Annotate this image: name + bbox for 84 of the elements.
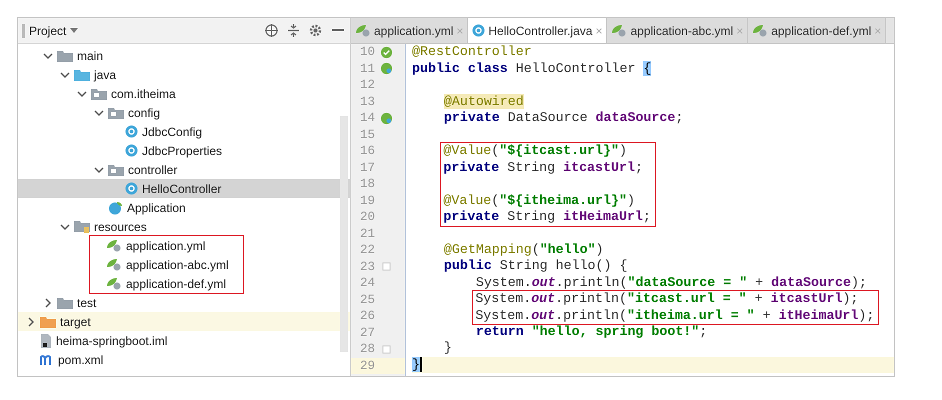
- line-number: 18: [358, 177, 375, 192]
- code-line: }: [442, 340, 453, 356]
- scrollbar[interactable]: [340, 116, 348, 352]
- line-number: 11: [358, 62, 375, 76]
- project-view-dropdown[interactable]: Project: [22, 24, 78, 38]
- folder-icon: [40, 316, 56, 328]
- folder-icon: [57, 296, 73, 308]
- line-number: 10: [358, 45, 375, 60]
- code-line: return "hello, spring boot!";: [474, 324, 708, 340]
- folder-icon: [57, 50, 73, 62]
- tree-item[interactable]: application.yml: [90, 236, 243, 255]
- line-number: 21: [358, 226, 375, 241]
- tree-item[interactable]: target: [18, 312, 350, 331]
- code-line: System.out.println("itheima.url = " + itHeimaUrl);: [475, 308, 874, 324]
- line-number: 27: [358, 326, 375, 340]
- code-line: System.out.println("dataSource = " + dataSource);: [474, 274, 868, 291]
- line-number: 22: [358, 243, 375, 258]
- spring-class-icon: [108, 200, 123, 214]
- maven-icon: [40, 354, 54, 366]
- tree-item[interactable]: config: [18, 103, 350, 122]
- package-icon: [108, 106, 124, 118]
- collapse-all-icon[interactable]: [288, 24, 299, 37]
- package-icon: [91, 88, 107, 100]
- leaf-file-icon: [752, 24, 768, 37]
- code-line: public class HelloController {: [412, 60, 652, 77]
- editor-tab[interactable]: application-def.yml ×: [748, 18, 886, 43]
- resources-folder-icon: [74, 220, 90, 233]
- line-number: 26: [358, 309, 375, 324]
- tree-item[interactable]: pom.xml: [18, 350, 350, 369]
- tree-item[interactable]: heima-springboot.iml: [18, 331, 350, 350]
- line-number: 15: [358, 128, 375, 142]
- code-line: @RestController: [412, 44, 533, 60]
- line-number: 19: [358, 194, 375, 208]
- leaf-file-icon: [611, 24, 628, 37]
- line-number: 24: [358, 276, 375, 290]
- tree-item[interactable]: application-abc.yml: [90, 255, 243, 274]
- tree-item[interactable]: test: [18, 293, 350, 312]
- tree-item[interactable]: resources: [18, 217, 350, 236]
- bean-icon[interactable]: [380, 46, 392, 59]
- module-file-icon: [40, 334, 52, 348]
- package-icon: [108, 164, 124, 176]
- editor-tab[interactable]: application-abc.yml ×: [607, 18, 748, 43]
- settings-icon[interactable]: [309, 24, 322, 37]
- tree-item[interactable]: com.itheima: [18, 84, 350, 103]
- class-icon: [125, 125, 138, 138]
- line-number: 23: [358, 260, 375, 274]
- code-line: @GetMapping("hello"): [442, 242, 605, 258]
- line-number: 29: [358, 358, 375, 373]
- class-icon: [125, 144, 138, 157]
- tree-item[interactable]: JdbcProperties: [18, 141, 350, 160]
- line-number: 12: [358, 78, 375, 92]
- leaf-file-icon: [106, 239, 122, 252]
- locate-icon[interactable]: [265, 24, 278, 37]
- code-line: public String hello() {: [442, 258, 628, 274]
- editor-tab[interactable]: application.yml ×: [351, 18, 468, 43]
- leaf-file-icon: [355, 24, 371, 37]
- line-number: 17: [358, 160, 375, 175]
- class-icon: [472, 24, 486, 37]
- line-number: 14: [358, 111, 375, 126]
- code-line: private String itHeimaUrl;: [443, 209, 651, 226]
- editor-tab[interactable]: HelloController.java ×: [468, 18, 608, 43]
- tree-item[interactable]: java: [18, 65, 350, 84]
- line-number: 28: [358, 342, 375, 356]
- code-line: @Value("${itheima.url}"): [443, 192, 636, 209]
- class-icon: [125, 182, 138, 195]
- line-number: 20: [358, 210, 375, 224]
- folder-icon: [74, 68, 90, 80]
- code-line: @Value("${itcast.url}"): [443, 143, 628, 160]
- tree-item[interactable]: application-def.yml: [90, 274, 243, 293]
- tree-item[interactable]: controller: [18, 160, 350, 179]
- dropdown-caret-icon: [70, 28, 78, 33]
- leaf-file-icon: [106, 277, 122, 290]
- tree-item[interactable]: HelloController: [18, 179, 350, 198]
- line-number: 16: [358, 144, 375, 158]
- line-number: 13: [358, 94, 375, 109]
- code-line: private String itcastUrl;: [443, 160, 644, 176]
- tree-item[interactable]: Application: [18, 198, 350, 217]
- tree-item[interactable]: JdbcConfig: [18, 122, 350, 141]
- code-line: System.out.println("itcast.url = " + itcastUrl);: [475, 291, 860, 308]
- line-number: 25: [358, 292, 375, 307]
- code-line: private DataSource dataSource;: [442, 110, 684, 126]
- tree-item[interactable]: main: [18, 46, 350, 65]
- leaf-file-icon: [106, 258, 122, 271]
- minimize-icon[interactable]: [332, 29, 344, 32]
